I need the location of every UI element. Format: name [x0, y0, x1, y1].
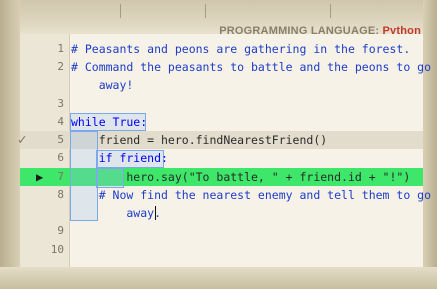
code-text: # Command the peasants to battle and the… — [71, 60, 432, 74]
code-line[interactable]: 3 — [20, 95, 423, 113]
code-line[interactable]: 6 if friend: — [20, 149, 423, 167]
line-number: 8 — [57, 188, 64, 201]
code-text: # Now find the nearest enemy and tell th… — [71, 188, 432, 202]
code-line[interactable]: 2 # Command the peasants to battle and t… — [20, 58, 431, 76]
code-line[interactable]: 8 # Now find the nearest enemy and tell … — [20, 186, 431, 204]
code-text: away! — [71, 78, 134, 92]
line-number: 6 — [57, 151, 64, 164]
code-line[interactable]: 4 while True: — [20, 113, 423, 131]
code-text: friend = hero.findNearestFriend() — [71, 133, 328, 147]
code-text: away. — [71, 206, 162, 220]
line-number: 3 — [57, 97, 64, 110]
crack-decoration — [330, 4, 331, 18]
code-line[interactable]: 10 — [20, 241, 423, 259]
line-number: 10 — [50, 243, 64, 256]
code-line[interactable]: 1 # Peasants and peons are gathering in … — [20, 40, 423, 58]
code-text: hero.say("To battle, " + friend.id + "!"… — [71, 170, 411, 184]
left-frame — [0, 0, 20, 289]
code-text: while True: — [71, 115, 148, 129]
line-number: 1 — [57, 42, 64, 55]
code-line[interactable]: ✓ 5 friend = hero.findNearestFriend() — [18, 131, 423, 149]
code-line-wrap[interactable]: away. — [20, 204, 423, 222]
line-number: 4 — [57, 115, 64, 128]
line-number: 9 — [57, 224, 64, 237]
right-frame — [423, 0, 437, 289]
text-cursor — [155, 206, 156, 220]
code-text: # Peasants and peons are gathering in th… — [71, 42, 411, 56]
line-number: 7 — [57, 170, 64, 183]
code-text: if friend: — [71, 151, 168, 165]
bottom-frame — [0, 267, 437, 289]
crack-decoration — [205, 4, 206, 18]
code-line-current[interactable]: ▶ 7 hero.say("To battle, " + friend.id +… — [20, 168, 423, 186]
line-number: 5 — [57, 133, 64, 146]
code-line-wrap[interactable]: away! — [20, 76, 423, 94]
code-line[interactable]: 9 — [20, 222, 423, 240]
crack-decoration — [120, 4, 121, 18]
line-number: 2 — [57, 60, 64, 73]
